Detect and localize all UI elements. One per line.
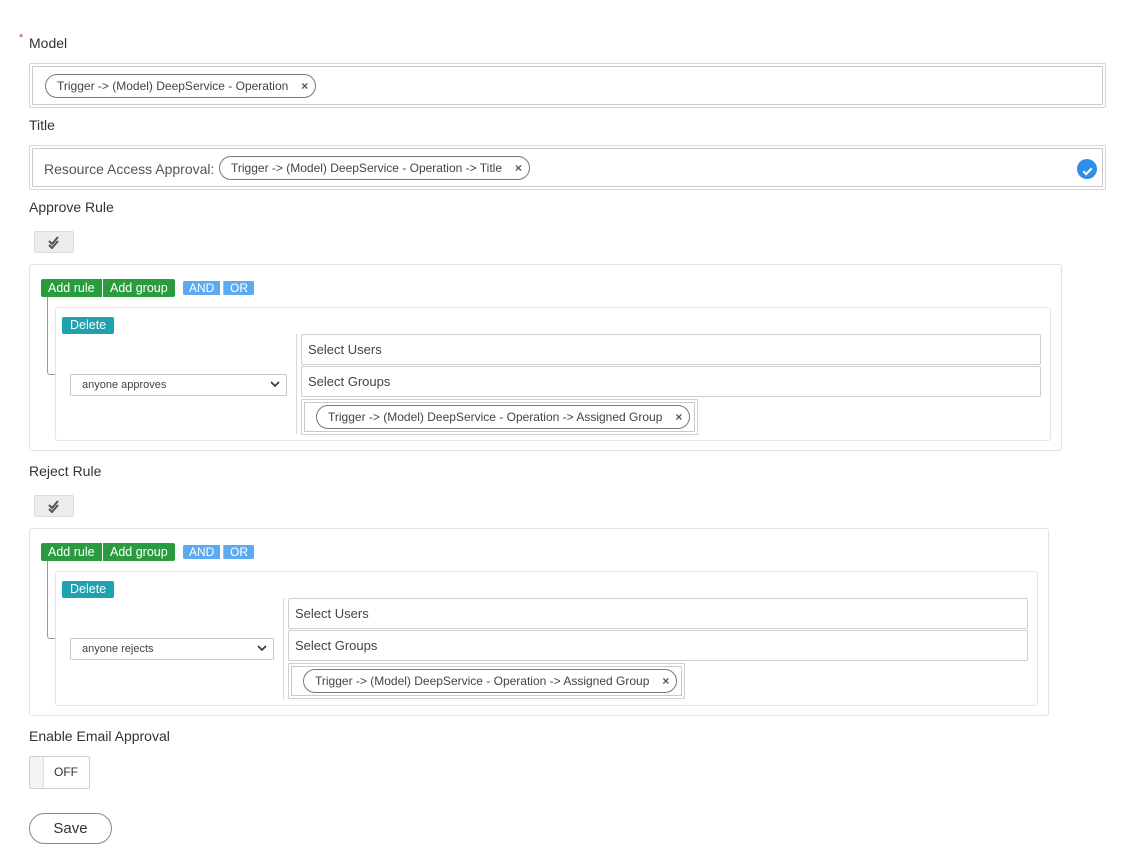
approve-select-users-input[interactable]: Select Users <box>301 334 1041 365</box>
model-label-text: Model <box>29 35 68 51</box>
approve-and-button[interactable]: AND <box>183 281 221 295</box>
reject-rule-group: Add rule Add group AND OR Delete anyone … <box>29 528 1049 716</box>
model-chip: Trigger -> (Model) DeepService - Operati… <box>45 74 317 98</box>
approve-or-button[interactable]: OR <box>223 281 254 295</box>
chevron-down-icon <box>257 645 267 652</box>
approve-rule-item: Delete anyone approves Select Users Sele… <box>55 307 1051 441</box>
toggle-knob <box>30 757 44 788</box>
approve-divider <box>296 334 297 434</box>
save-button[interactable]: Save <box>29 813 112 844</box>
reject-condition-select[interactable]: anyone rejects <box>70 638 274 660</box>
reject-group-chip: Trigger -> (Model) DeepService - Operati… <box>303 669 678 693</box>
approve-condition-select[interactable]: anyone approves <box>70 374 287 396</box>
reject-or-button[interactable]: OR <box>223 545 254 559</box>
model-chip-remove-icon[interactable]: × <box>301 75 308 97</box>
email-approval-label: Enable Email Approval <box>29 728 170 744</box>
check-circle-icon <box>1077 159 1097 179</box>
reject-divider <box>283 598 284 699</box>
reject-group-chip-box[interactable]: Trigger -> (Model) DeepService - Operati… <box>288 663 685 699</box>
chevron-down-icon <box>270 381 280 388</box>
reject-add-group-button[interactable]: Add group <box>103 543 175 561</box>
approve-rule-group: Add rule Add group AND OR Delete anyone … <box>29 264 1062 451</box>
approve-group-chip: Trigger -> (Model) DeepService - Operati… <box>316 405 691 429</box>
approve-delete-button[interactable]: Delete <box>62 317 115 334</box>
title-prefix: Resource Access Approval: <box>44 161 215 177</box>
reject-add-rule-button[interactable]: Add rule <box>41 543 102 561</box>
model-field[interactable]: Trigger -> (Model) DeepService - Operati… <box>29 63 1106 108</box>
title-chip-remove-icon[interactable]: × <box>515 157 522 179</box>
approve-select-groups-input[interactable]: Select Groups <box>301 366 1041 397</box>
reject-rule-toggle-button[interactable] <box>34 495 74 517</box>
approve-chip-remove-icon[interactable]: × <box>675 406 682 428</box>
approve-rule-label: Approve Rule <box>29 199 114 215</box>
model-label: * Model <box>19 32 68 51</box>
approve-add-rule-button[interactable]: Add rule <box>41 279 102 297</box>
double-check-icon <box>48 236 59 249</box>
double-check-icon <box>48 500 59 513</box>
reject-select-groups-input[interactable]: Select Groups <box>288 630 1028 661</box>
reject-condition-value: anyone rejects <box>82 643 154 655</box>
reject-delete-button[interactable]: Delete <box>62 581 115 598</box>
approve-rule-toggle-button[interactable] <box>34 231 74 253</box>
model-chip-label: Trigger -> (Model) DeepService - Operati… <box>57 79 289 93</box>
approve-group-chip-box[interactable]: Trigger -> (Model) DeepService - Operati… <box>301 399 698 435</box>
title-chip-label: Trigger -> (Model) DeepService - Operati… <box>231 161 502 175</box>
reject-chip-remove-icon[interactable]: × <box>662 670 669 692</box>
email-approval-state: OFF <box>54 765 78 779</box>
title-chip: Trigger -> (Model) DeepService - Operati… <box>219 156 530 180</box>
reject-rule-label: Reject Rule <box>29 463 102 479</box>
reject-group-chip-label: Trigger -> (Model) DeepService - Operati… <box>315 674 650 688</box>
title-label: Title <box>29 117 55 133</box>
reject-and-button[interactable]: AND <box>183 545 221 559</box>
required-mark: * <box>19 32 24 44</box>
reject-select-users-input[interactable]: Select Users <box>288 598 1028 629</box>
title-field[interactable]: Resource Access Approval: Trigger -> (Mo… <box>29 145 1106 190</box>
email-approval-toggle[interactable]: OFF <box>29 756 90 789</box>
approve-group-chip-label: Trigger -> (Model) DeepService - Operati… <box>328 410 663 424</box>
approve-condition-value: anyone approves <box>82 379 167 391</box>
approve-add-group-button[interactable]: Add group <box>103 279 175 297</box>
reject-rule-item: Delete anyone rejects Select Users Selec… <box>55 571 1038 706</box>
